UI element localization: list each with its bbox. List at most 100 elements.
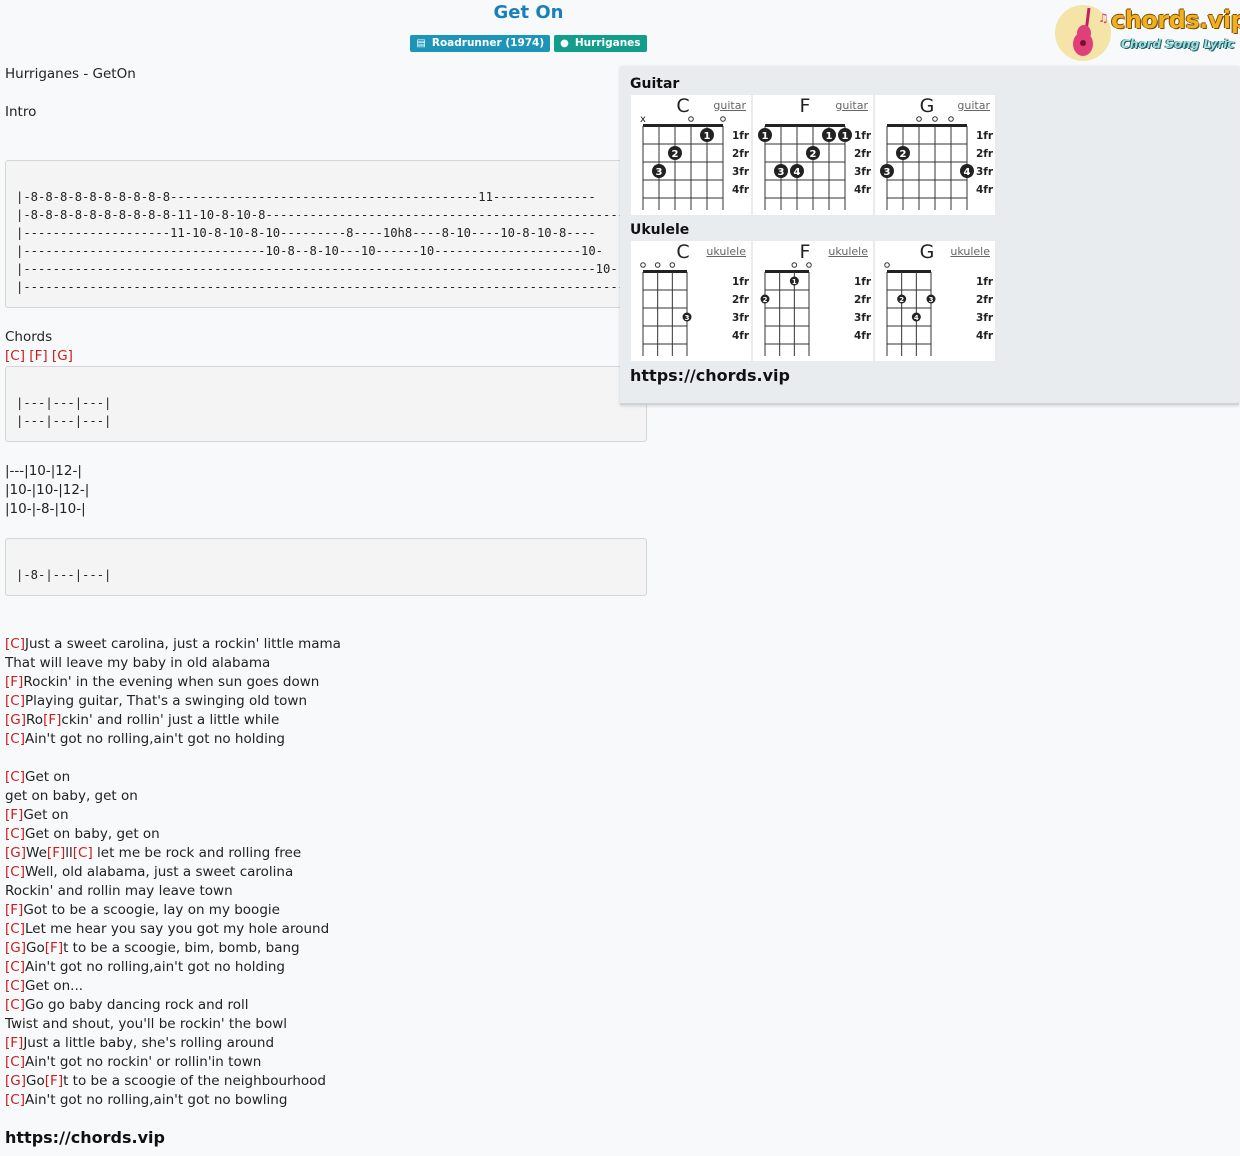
chord-link[interactable]: [C] [5,769,25,785]
lyric-text: We [26,845,47,861]
chord-name: F [10,1035,19,1051]
tab-line: |-8-8-8-8-8-8-8-8-8-8-11-10-8-10-8------… [16,208,626,222]
chord-diagram: 1fr2fr3fr4fr234 [880,116,994,210]
fret-label: 2fr [732,294,750,306]
user-icon: ● [560,38,569,49]
chord-diagram: 1fr2fr3fr4fr1 1 123 4 [758,124,872,210]
footer-link[interactable]: https://chords.vip [5,1128,165,1147]
tab-line: |---|---|---| [16,396,112,410]
guitar-chord-card[interactable]: Gguitar 1fr 2fr 3fr 4fr 2 3 4 [875,95,995,215]
intro-label: Intro [5,104,37,120]
ukulele-chord-card[interactable]: Gukulele 1fr 2fr 3fr 4fr 2 3 4 [875,241,995,361]
lyric-text: ckin' and rollin' just a little while [61,712,280,728]
lyric-line: [C]Let me hear you say you got my hole a… [5,920,329,939]
lyric-text: Get on [23,807,69,823]
lyric-text: Get on... [25,978,84,994]
chord-link[interactable]: [C] [73,845,93,861]
chord-name: C [10,1092,20,1108]
finger-number: 1 [792,278,797,286]
chord-link[interactable]: [G] [5,845,26,861]
chord-link[interactable]: [C] [5,864,25,880]
chord-name: C [10,826,20,842]
ukulele-chord-card[interactable]: Cukulele 1fr 2fr 3fr 4fr 3 [631,241,751,361]
lyric-text: Go [26,1073,45,1089]
finger-number: 4 [914,314,919,322]
lyric-text: Playing guitar, That's a swinging old to… [25,693,308,709]
chord-name: G [10,940,21,956]
fret-label: 4fr [854,330,872,342]
fret-label: 1fr [854,276,872,288]
lyric-line: [C]Playing guitar, That's a swinging old… [5,692,307,711]
fret-label: 2fr [976,294,994,306]
chord-link[interactable]: [C] [5,693,25,709]
chord-link[interactable]: [F] [45,1073,63,1089]
chord-link[interactable]: [F] [45,940,63,956]
fret-label: 3fr [732,312,750,324]
chord-link[interactable]: [F] [5,902,23,918]
chord-name: C [10,731,20,747]
lyric-text: That will leave my baby in old alabama [5,655,271,671]
panel-link[interactable]: https://chords.vip [630,366,790,385]
artist-badge-label: Hurriganes [574,37,641,49]
badge-row: ▤ Roadrunner (1974) ● Hurriganes [0,35,1057,52]
svg-text:♫: ♫ [1098,11,1109,25]
chord-link[interactable]: [G] [5,1073,26,1089]
tab-line: |-8-|---|---| [16,568,112,582]
tab-line: |---------------------------------------… [16,262,618,276]
artist-badge[interactable]: ● Hurriganes [554,35,647,52]
plain-tab-line: |10-|-8-|10-| [5,501,86,517]
lyric-line: [C]Just a sweet carolina, just a rockin'… [5,635,341,654]
chord-link[interactable]: [F] [5,674,23,690]
tab-line: |---------------------------------10-8--… [16,244,603,258]
chord-link[interactable]: [F] [43,712,61,728]
chord-link[interactable]: [F] [47,845,65,861]
chord-link[interactable]: [C] [5,826,25,842]
chord-name: C [10,997,20,1013]
finger-number: 4 [794,167,801,178]
finger-number: 2 [899,296,904,304]
lyric-line: [G]Go[F]t to be a scoogie of the neighbo… [5,1072,326,1091]
fret-label: 3fr [976,166,994,178]
ukulele-chord-card[interactable]: Fukulele 1fr 2fr 3fr 4fr 2 1 [753,241,873,361]
chord-name: C [10,959,20,975]
open-string-marker [932,116,938,122]
fret-label: 4fr [976,330,994,342]
chord-link[interactable]: [G] [5,940,26,956]
guitar-chord-card[interactable]: Fguitar 1fr 2fr 3fr 4fr 1 1 1 2 3 4 [753,95,873,215]
chord-link[interactable]: [C] [5,636,25,652]
chord-link[interactable]: [C] [5,978,25,994]
chord-link[interactable]: [C] [5,1092,25,1108]
finger-number: 3 [884,167,891,178]
fret-label: 2fr [976,148,994,160]
chords-tab-box: |---|---|---| |---|---|---| [5,366,647,442]
chord-link[interactable]: [C] [5,997,25,1013]
fret-label: 3fr [854,312,872,324]
lyric-text: Just a little baby, she's rolling around [23,1035,275,1051]
chord-name: G [10,845,21,861]
nut [643,124,723,127]
chord-link[interactable]: [C] [5,348,25,364]
chord-link[interactable]: [F] [5,807,23,823]
chord-link[interactable]: [C] [5,1054,25,1070]
site-logo[interactable]: ♫ chords.vip Chord Song Lyric [1054,2,1240,64]
lyric-line: [C]Ain't got no rolling,ain't got no hol… [5,958,285,977]
open-string-marker [806,262,812,268]
fret-label: 4fr [976,184,994,196]
chord-diagram: 1fr2fr3fr4fr234 [884,262,994,356]
lyric-line: [G]Ro[F]ckin' and rollin' just a little … [5,711,279,730]
chord-link[interactable]: [G] [5,712,26,728]
finger-number: 1 [842,131,849,142]
chord-link[interactable]: [G] [52,348,73,364]
lyric-text: Ro [26,712,44,728]
chord-link[interactable]: [F] [5,1035,23,1051]
lyric-line: That will leave my baby in old alabama [5,654,270,673]
guitar-chord-card[interactable]: Cguitar x 1fr 2fr 3fr 4fr 1 2 3 [631,95,751,215]
album-badge[interactable]: ▤ Roadrunner (1974) [410,35,551,52]
finger-number: 3 [685,314,690,322]
tab-line: |---------------------------------------… [16,280,633,294]
chords-line: [C] [F] [G] [5,347,73,366]
chord-link[interactable]: [C] [5,731,25,747]
chord-link[interactable]: [F] [29,348,47,364]
chord-link[interactable]: [C] [5,959,25,975]
chord-link[interactable]: [C] [5,921,25,937]
